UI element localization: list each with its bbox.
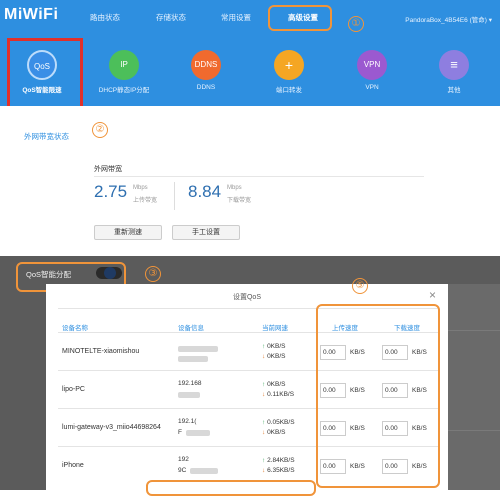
other-feature[interactable]: ≡ 其他 xyxy=(419,50,489,94)
device-mac: F xyxy=(178,429,182,436)
ddns-icon: DDNS xyxy=(191,50,221,80)
close-icon[interactable]: × xyxy=(429,288,436,302)
ddns-label: DDNS xyxy=(196,84,216,91)
backdrop-strip xyxy=(448,284,500,490)
manual-setup-button[interactable]: 手工设置 xyxy=(172,225,240,240)
retest-button[interactable]: 重新测速 xyxy=(94,225,162,240)
header-device-info: 设备信息 xyxy=(178,325,204,332)
device-info-redacted xyxy=(190,468,218,474)
device-ip: 192.168 xyxy=(178,380,202,387)
dhcp-label: DHCP静态IP分配 xyxy=(98,87,150,94)
wan-title: 外网带宽 xyxy=(94,166,122,173)
current-upload-rate: ↑ 0KB/S xyxy=(262,381,286,388)
port-forward-icon: + xyxy=(274,50,304,80)
wan-panel: 外网带宽状态 外网带宽 2.75 Mbps 上传带宽 8.84 Mbps 下载带… xyxy=(0,106,500,248)
upload-label: 上传带宽 xyxy=(133,198,158,204)
upload-unit: Mbps xyxy=(133,185,148,191)
modal-title: 设置QoS xyxy=(232,294,261,301)
device-name: MINOTELTE-xiaomishou xyxy=(62,348,140,355)
device-name: lipo-PC xyxy=(62,386,85,393)
tab-router-status[interactable]: 路由状态 xyxy=(90,12,120,23)
vpn-feature[interactable]: VPN VPN xyxy=(337,50,407,91)
current-download-rate: ↓ 0KB/S xyxy=(262,353,286,360)
device-selector[interactable]: PandoraBox_4B54E6 (管命) ▾ xyxy=(405,14,492,24)
wan-status-link[interactable]: 外网带宽状态 xyxy=(24,131,69,142)
tab-common-settings[interactable]: 常用设置 xyxy=(221,12,251,23)
port-forward-label: 端口转发 xyxy=(276,87,302,94)
upload-bandwidth-value: 2.75 xyxy=(94,182,128,201)
device-info-redacted xyxy=(178,356,208,362)
backdrop-line xyxy=(448,330,500,331)
download-unit: Mbps xyxy=(227,185,242,191)
port-forward-feature[interactable]: + 端口转发 xyxy=(254,50,324,94)
device-name: iPhone xyxy=(62,462,84,469)
speed-divider xyxy=(174,182,175,210)
divider xyxy=(94,176,424,177)
current-upload-rate: ↑ 0.05KB/S xyxy=(262,419,295,426)
ip-icon: IP xyxy=(109,50,139,80)
current-upload-rate: ↑ 0KB/S xyxy=(262,343,286,350)
top-bar: MiWiFi 路由状态 存储状态 常用设置 高级设置 PandoraBox_4B… xyxy=(0,0,500,38)
device-name: lumi-gateway-v3_miio44698264 xyxy=(62,424,161,431)
current-download-rate: ↓ 0.11KB/S xyxy=(262,391,295,398)
current-download-rate: ↓ 6.35KB/S xyxy=(262,467,295,474)
dhcp-feature[interactable]: IP DHCP静态IP分配 xyxy=(89,50,159,94)
annotation-number-1: ① xyxy=(348,16,364,32)
header-device-name: 设备名称 xyxy=(62,325,88,332)
device-info-redacted xyxy=(178,392,200,398)
download-bandwidth-value: 8.84 xyxy=(188,182,222,201)
annotation-number-2: ② xyxy=(92,122,108,138)
annotation-box-bottom xyxy=(146,480,316,496)
download-label: 下载带宽 xyxy=(227,198,252,204)
annotation-number-5: ⑤ xyxy=(352,278,368,294)
vpn-label: VPN xyxy=(365,84,379,91)
device-info-redacted xyxy=(186,430,210,436)
app-logo: MiWiFi xyxy=(4,6,59,23)
annotation-box-speed-limits xyxy=(316,304,440,488)
current-upload-rate: ↑ 2.84KB/S xyxy=(262,457,295,464)
vpn-icon: VPN xyxy=(357,50,387,80)
menu-icon: ≡ xyxy=(439,50,469,80)
tab-storage-status[interactable]: 存储状态 xyxy=(156,12,186,23)
annotation-number-3: ③ xyxy=(145,266,161,282)
current-download-rate: ↓ 0KB/S xyxy=(262,429,286,436)
device-info-redacted xyxy=(178,346,218,352)
device-ip: 192 xyxy=(178,456,189,463)
other-label: 其他 xyxy=(447,87,461,94)
ddns-feature[interactable]: DDNS DDNS xyxy=(171,50,241,91)
annotation-box-advanced xyxy=(268,5,332,31)
backdrop-line xyxy=(448,430,500,431)
device-mac: 9C xyxy=(178,467,187,474)
header-current-speed: 当前网速 xyxy=(262,325,288,332)
device-ip: 192.1( xyxy=(178,418,197,425)
